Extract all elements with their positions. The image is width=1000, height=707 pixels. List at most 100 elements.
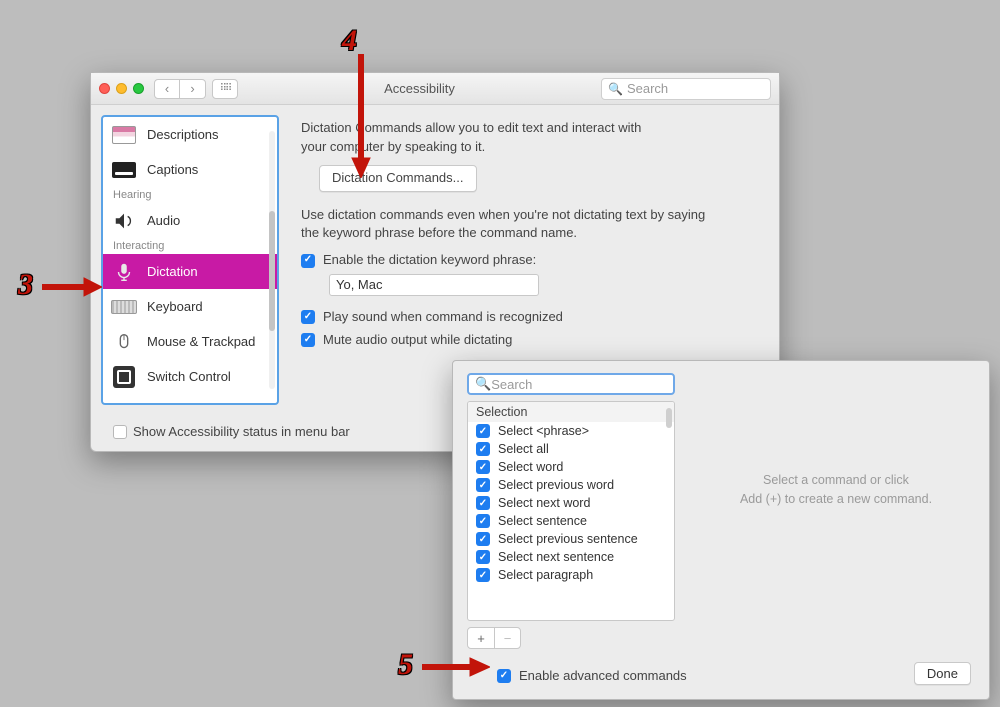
enable-advanced-label: Enable advanced commands bbox=[519, 668, 687, 683]
command-row[interactable]: ✓ Select next sentence bbox=[468, 548, 674, 566]
sidebar-item-descriptions[interactable]: Descriptions bbox=[103, 117, 277, 152]
enable-advanced-row: ✓ Enable advanced commands bbox=[497, 668, 687, 683]
annotation-number-3: 3 bbox=[18, 268, 33, 302]
mute-output-checkbox[interactable]: ✓ bbox=[301, 333, 315, 347]
mute-output-label: Mute audio output while dictating bbox=[323, 331, 512, 350]
command-row[interactable]: ✓ Select <phrase> bbox=[468, 422, 674, 440]
commands-hint: Select a command or click Add (+) to cre… bbox=[703, 471, 969, 509]
sidebar-container: Descriptions Captions Hearing Audio Inte… bbox=[91, 105, 279, 451]
done-button[interactable]: Done bbox=[914, 662, 971, 685]
sidebar-item-label: Mouse & Trackpad bbox=[147, 334, 255, 349]
search-icon: 🔍 bbox=[475, 376, 491, 392]
commands-group-header: Selection bbox=[468, 402, 674, 422]
show-all-button[interactable]: ⠿⠿ bbox=[212, 79, 238, 99]
status-menubar-checkbox[interactable] bbox=[113, 425, 127, 439]
sidebar-item-label: Keyboard bbox=[147, 299, 203, 314]
enable-keyword-checkbox[interactable]: ✓ bbox=[301, 254, 315, 268]
sidebar-item-label: Descriptions bbox=[147, 127, 219, 142]
keyword-phrase-field[interactable]: Yo, Mac bbox=[329, 274, 539, 296]
titlebar: ‹ › ⠿⠿ Accessibility 🔍 Search bbox=[91, 73, 779, 105]
status-menubar-label: Show Accessibility status in menu bar bbox=[133, 424, 350, 439]
add-remove-buttons: + − bbox=[467, 627, 521, 649]
command-label: Select <phrase> bbox=[498, 424, 589, 438]
command-label: Select all bbox=[498, 442, 549, 456]
enable-advanced-checkbox[interactable]: ✓ bbox=[497, 669, 511, 683]
command-checkbox[interactable]: ✓ bbox=[476, 514, 490, 528]
forward-button[interactable]: › bbox=[180, 79, 206, 99]
dictation-commands-button[interactable]: Dictation Commands... bbox=[319, 165, 477, 192]
hint-line-2: Add (+) to create a new command. bbox=[703, 490, 969, 509]
minimize-icon[interactable] bbox=[116, 83, 127, 94]
sidebar-scrollbar[interactable] bbox=[269, 131, 275, 389]
command-row[interactable]: ✓ Select previous sentence bbox=[468, 530, 674, 548]
sidebar-item-switch-control[interactable]: Switch Control bbox=[103, 359, 277, 394]
command-label: Select next word bbox=[498, 496, 590, 510]
command-label: Select previous word bbox=[498, 478, 614, 492]
zoom-icon[interactable] bbox=[133, 83, 144, 94]
command-row[interactable]: ✓ Select all bbox=[468, 440, 674, 458]
window-title: Accessibility bbox=[238, 81, 601, 96]
play-sound-label: Play sound when command is recognized bbox=[323, 308, 563, 327]
scroll-thumb[interactable] bbox=[269, 211, 275, 331]
search-icon: 🔍 bbox=[608, 82, 623, 96]
switch-control-icon bbox=[111, 366, 137, 388]
remove-button[interactable]: − bbox=[494, 628, 520, 648]
sidebar-section-hearing: Hearing bbox=[103, 187, 277, 203]
command-label: Select word bbox=[498, 460, 563, 474]
command-checkbox[interactable]: ✓ bbox=[476, 424, 490, 438]
nav-buttons: ‹ › bbox=[154, 79, 206, 99]
play-sound-checkbox[interactable]: ✓ bbox=[301, 310, 315, 324]
sidebar-item-dictation[interactable]: Dictation bbox=[103, 254, 277, 289]
sidebar-item-label: Audio bbox=[147, 213, 180, 228]
add-button[interactable]: + bbox=[468, 628, 494, 648]
command-label: Select sentence bbox=[498, 514, 587, 528]
use-commands-text: Use dictation commands even when you're … bbox=[301, 206, 721, 244]
command-label: Select paragraph bbox=[498, 568, 593, 582]
command-row[interactable]: ✓ Select sentence bbox=[468, 512, 674, 530]
close-icon[interactable] bbox=[99, 83, 110, 94]
commands-search[interactable]: 🔍 Search bbox=[467, 373, 675, 395]
keyword-phrase-value: Yo, Mac bbox=[336, 276, 383, 295]
enable-keyword-label: Enable the dictation keyword phrase: bbox=[323, 251, 536, 270]
hint-line-1: Select a command or click bbox=[703, 471, 969, 490]
annotation-arrow-5 bbox=[420, 656, 490, 678]
sidebar-item-keyboard[interactable]: Keyboard bbox=[103, 289, 277, 324]
command-label: Select previous sentence bbox=[498, 532, 638, 546]
back-button[interactable]: ‹ bbox=[154, 79, 180, 99]
commands-scrollbar[interactable] bbox=[666, 408, 672, 428]
mouse-icon bbox=[111, 331, 137, 353]
descriptions-icon bbox=[111, 124, 137, 146]
commands-list[interactable]: Selection ✓ Select <phrase> ✓ Select all ✓ Se… bbox=[467, 401, 675, 621]
command-checkbox[interactable]: ✓ bbox=[476, 460, 490, 474]
command-checkbox[interactable]: ✓ bbox=[476, 550, 490, 564]
audio-icon bbox=[111, 210, 137, 232]
command-checkbox[interactable]: ✓ bbox=[476, 442, 490, 456]
command-label: Select next sentence bbox=[498, 550, 614, 564]
sidebar-item-captions[interactable]: Captions bbox=[103, 152, 277, 187]
sidebar-item-mouse-trackpad[interactable]: Mouse & Trackpad bbox=[103, 324, 277, 359]
command-checkbox[interactable]: ✓ bbox=[476, 532, 490, 546]
commands-search-placeholder: Search bbox=[491, 377, 532, 392]
microphone-icon bbox=[111, 261, 137, 283]
annotation-arrow-3 bbox=[40, 276, 102, 298]
keyboard-icon bbox=[111, 296, 137, 318]
status-menubar-row: Show Accessibility status in menu bar bbox=[113, 424, 350, 439]
command-row[interactable]: ✓ Select next word bbox=[468, 494, 674, 512]
command-checkbox[interactable]: ✓ bbox=[476, 568, 490, 582]
search-placeholder: Search bbox=[627, 81, 668, 96]
command-checkbox[interactable]: ✓ bbox=[476, 478, 490, 492]
command-row[interactable]: ✓ Select paragraph bbox=[468, 566, 674, 584]
sidebar-item-label: Switch Control bbox=[147, 369, 231, 384]
sidebar-item-audio[interactable]: Audio bbox=[103, 203, 277, 238]
sidebar-item-label: Dictation bbox=[147, 264, 198, 279]
command-row[interactable]: ✓ Select previous word bbox=[468, 476, 674, 494]
command-row[interactable]: ✓ Select word bbox=[468, 458, 674, 476]
command-checkbox[interactable]: ✓ bbox=[476, 496, 490, 510]
toolbar-search[interactable]: 🔍 Search bbox=[601, 78, 771, 100]
traffic-lights bbox=[99, 83, 144, 94]
annotation-number-5: 5 bbox=[398, 648, 413, 682]
sidebar: Descriptions Captions Hearing Audio Inte… bbox=[101, 115, 279, 405]
annotation-arrow-4 bbox=[350, 52, 372, 178]
sidebar-item-label: Captions bbox=[147, 162, 198, 177]
sidebar-section-interacting: Interacting bbox=[103, 238, 277, 254]
